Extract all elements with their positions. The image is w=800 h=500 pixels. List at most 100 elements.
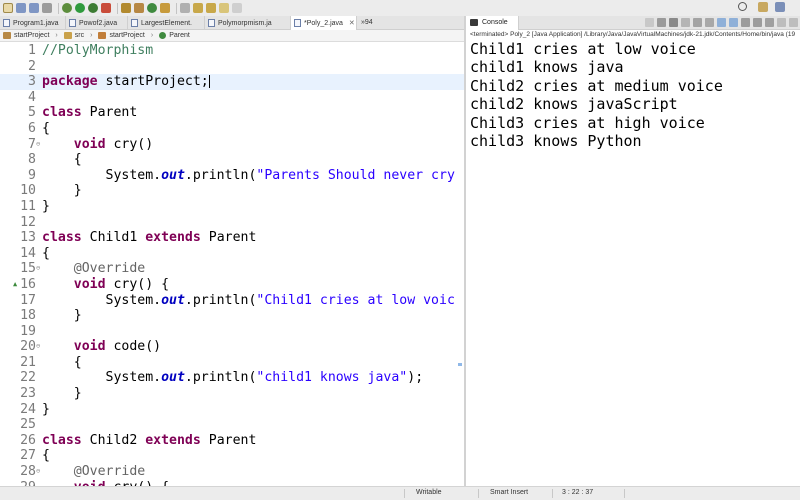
code-line[interactable]: 25	[0, 417, 464, 433]
new-icon[interactable]	[3, 3, 13, 13]
fold-toggle-icon[interactable]: ⊖	[36, 137, 40, 153]
editor-tab[interactable]: Program1.java	[0, 16, 66, 30]
search-icon[interactable]	[738, 2, 747, 11]
code-line[interactable]: 13 class Child1 extends Parent	[0, 230, 464, 246]
new-class-icon[interactable]	[147, 3, 157, 13]
breadcrumb-class[interactable]: Parent	[159, 32, 190, 39]
editor-tab[interactable]: Polymorpmism.ja	[205, 16, 291, 30]
save-icon[interactable]	[16, 3, 26, 13]
status-cursor-position[interactable]: 3 : 22 : 37	[562, 489, 593, 496]
perspective-icon[interactable]	[758, 2, 768, 12]
code-line[interactable]: 1 //PolyMorphism	[0, 43, 464, 59]
code-line[interactable]: 2	[0, 59, 464, 75]
code-line[interactable]: 6{	[0, 121, 464, 137]
code-line[interactable]: 8 {	[0, 152, 464, 168]
code-line[interactable]: 26 class Child2 extends Parent	[0, 433, 464, 449]
show-on-output-icon[interactable]	[717, 18, 726, 27]
pin-console-icon[interactable]	[741, 18, 750, 27]
close-icon[interactable]: ✕	[349, 19, 355, 27]
code-line[interactable]: 12	[0, 215, 464, 231]
minimize-icon[interactable]	[777, 18, 786, 27]
clear-console-icon[interactable]	[681, 18, 690, 27]
external-tools-icon[interactable]	[101, 3, 111, 13]
print-icon[interactable]	[42, 3, 52, 13]
code-line[interactable]: 22 System.out.println("child1 knows java…	[0, 370, 464, 386]
status-writable: Writable	[416, 489, 442, 496]
new-package-icon[interactable]	[134, 3, 144, 13]
code-line[interactable]: 17 System.out.println("Child1 cries at l…	[0, 293, 464, 309]
code-line[interactable]: 16 ▲ void cry() {	[0, 277, 464, 293]
run-icon[interactable]	[75, 3, 85, 13]
code-line[interactable]: 19	[0, 324, 464, 340]
code-line[interactable]: 21 {	[0, 355, 464, 371]
breadcrumb-package[interactable]: startProject	[98, 32, 145, 39]
fold-toggle-icon[interactable]: ⊖	[36, 261, 40, 277]
code-line[interactable]: 10 }	[0, 183, 464, 199]
code-editor[interactable]: 1 //PolyMorphism 2 3 package startProject; 4 5…	[0, 43, 464, 486]
overview-ruler-marker[interactable]	[458, 363, 462, 366]
code-line[interactable]: 20 ⊖ void code()	[0, 339, 464, 355]
console-header: Console	[466, 15, 800, 30]
display-console-icon[interactable]	[753, 18, 762, 27]
console-output-line: Child2 cries at medium voice	[470, 76, 723, 95]
back-icon[interactable]	[219, 3, 229, 13]
tab-label: Polymorpmism.ja	[218, 19, 272, 27]
remove-all-icon[interactable]	[669, 18, 678, 27]
search-icon[interactable]	[180, 3, 190, 13]
fold-toggle-icon[interactable]: ⊖	[36, 339, 40, 355]
new-java-project-icon[interactable]	[121, 3, 131, 13]
code-text: {	[42, 448, 50, 464]
code-line[interactable]: 14 {	[0, 246, 464, 262]
code-line[interactable]: 9 System.out.println("Parents Should nev…	[0, 168, 464, 184]
code-line[interactable]: 28 ⊖ @Override	[0, 464, 464, 480]
line-number: 7	[28, 136, 36, 152]
code-text: {	[42, 245, 50, 261]
code-line[interactable]: 18 }	[0, 308, 464, 324]
console-tab[interactable]: Console	[466, 15, 519, 30]
code-line[interactable]: 5 class Parent	[0, 105, 464, 121]
fold-toggle-icon[interactable]: ⊖	[36, 464, 40, 480]
open-type-icon[interactable]	[160, 3, 170, 13]
override-marker-icon[interactable]: ▲	[13, 277, 17, 293]
line-number: 5	[28, 105, 36, 121]
code-line[interactable]: 3 package startProject;	[0, 74, 464, 90]
java-perspective-icon[interactable]	[775, 2, 785, 12]
chevron-right-icon: ›	[90, 32, 93, 39]
editor-tab-active[interactable]: *Poly_2.java ✕	[291, 16, 357, 30]
console-output-line: Child1 cries at low voice	[470, 40, 696, 58]
code-line[interactable]: 7 ⊖ void cry()	[0, 137, 464, 153]
line-number: 24	[20, 401, 36, 417]
prev-annotation-icon[interactable]	[206, 3, 216, 13]
tab-overflow-button[interactable]: »94	[357, 16, 377, 29]
coverage-icon[interactable]	[88, 3, 98, 13]
word-wrap-icon[interactable]	[705, 18, 714, 27]
breadcrumb-src[interactable]: src	[63, 32, 84, 39]
toolbar-separator	[58, 2, 59, 14]
code-line[interactable]: 23 }	[0, 386, 464, 402]
code-text: }	[42, 198, 50, 214]
code-line[interactable]: 4	[0, 90, 464, 106]
code-line[interactable]: 24}	[0, 402, 464, 418]
terminate-icon[interactable]	[645, 18, 654, 27]
editor-tab[interactable]: Powof2.java	[66, 16, 128, 30]
editor-tab[interactable]: LargestElement.	[128, 16, 205, 30]
line-number: 12	[20, 214, 36, 230]
debug-icon[interactable]	[62, 3, 72, 13]
save-all-icon[interactable]	[29, 3, 39, 13]
next-annotation-icon[interactable]	[193, 3, 203, 13]
scroll-lock-icon[interactable]	[693, 18, 702, 27]
code-line[interactable]: 11}	[0, 199, 464, 215]
breadcrumb-project[interactable]: startProject	[3, 32, 49, 39]
open-console-icon[interactable]	[765, 18, 774, 27]
maximize-icon[interactable]	[789, 18, 798, 27]
console-output[interactable]: Child1 cries at low voice child1 knows ja…	[466, 40, 800, 150]
code-line[interactable]: 27 {	[0, 448, 464, 464]
forward-icon[interactable]	[232, 3, 242, 13]
show-on-error-icon[interactable]	[729, 18, 738, 27]
code-text: void code()	[73, 339, 162, 355]
status-insert-mode[interactable]: Smart Insert	[490, 489, 528, 496]
code-line[interactable]: 15 ⊖ @Override	[0, 261, 464, 277]
remove-launch-icon[interactable]	[657, 18, 666, 27]
code-text: }	[42, 183, 82, 199]
line-number: 25	[20, 417, 36, 433]
